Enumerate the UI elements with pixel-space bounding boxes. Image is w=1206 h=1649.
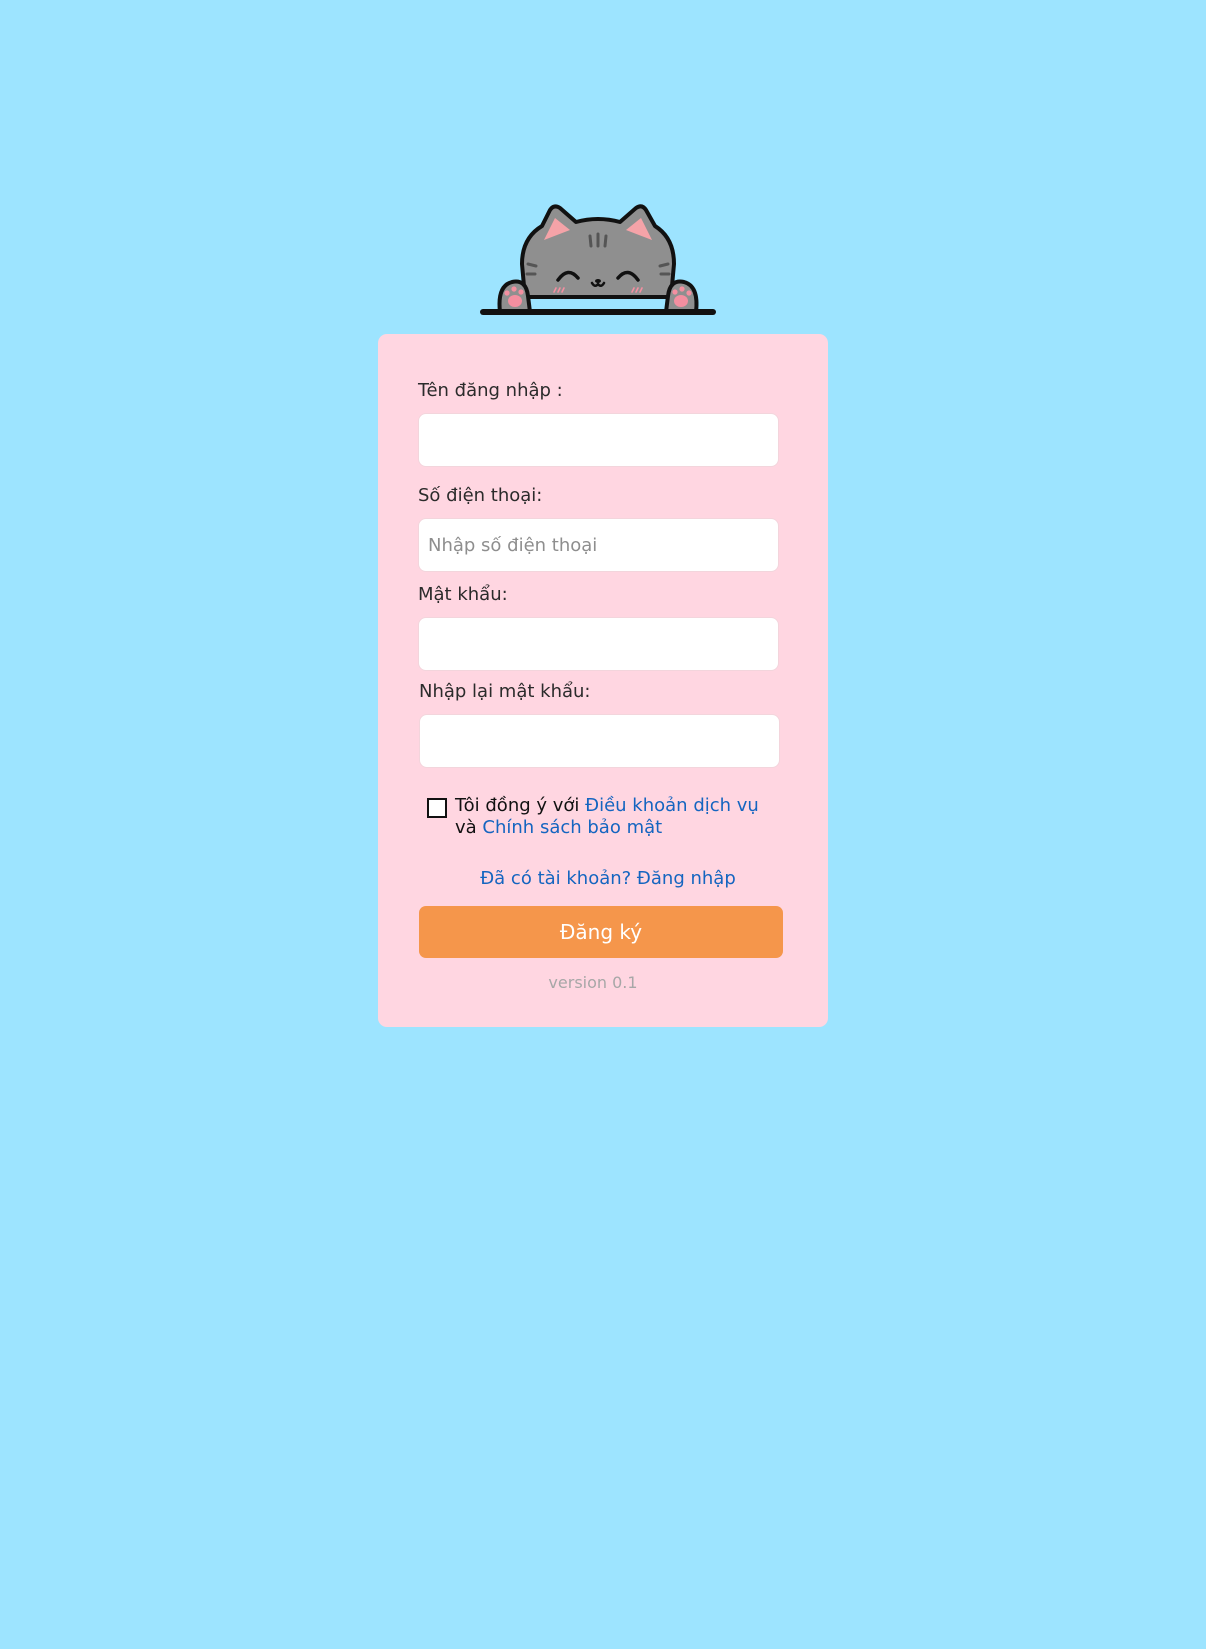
register-button[interactable]: Đăng ký [419,906,783,958]
peeking-cat-icon [480,204,716,315]
confirm-password-input[interactable] [419,714,780,768]
username-label: Tên đăng nhập : [418,380,563,401]
password-input[interactable] [418,617,779,671]
privacy-link[interactable]: Chính sách bảo mật [482,817,662,838]
cat-mascot [478,204,718,318]
phone-label: Số điện thoại: [418,485,543,506]
version-text: version 0.1 [548,973,638,992]
confirm-password-label: Nhập lại mật khẩu: [419,681,591,702]
terms-link[interactable]: Điều khoản dịch vụ [585,795,759,816]
agree-prefix: Tôi đồng ý với [455,795,580,816]
login-link-row: Đã có tài khoản? Đăng nhập [378,868,828,889]
username-input[interactable] [418,413,779,467]
phone-input[interactable] [418,518,779,572]
login-link[interactable]: Đã có tài khoản? Đăng nhập [480,868,736,889]
agree-checkbox[interactable] [427,798,447,818]
agree-text: Tôi đồng ý với Điều khoản dịch vụ và Chí… [455,795,785,839]
password-label: Mật khẩu: [418,584,508,605]
register-card: Tên đăng nhập : Số điện thoại: Mật khẩu:… [378,334,828,1027]
agree-and: và [455,817,477,838]
